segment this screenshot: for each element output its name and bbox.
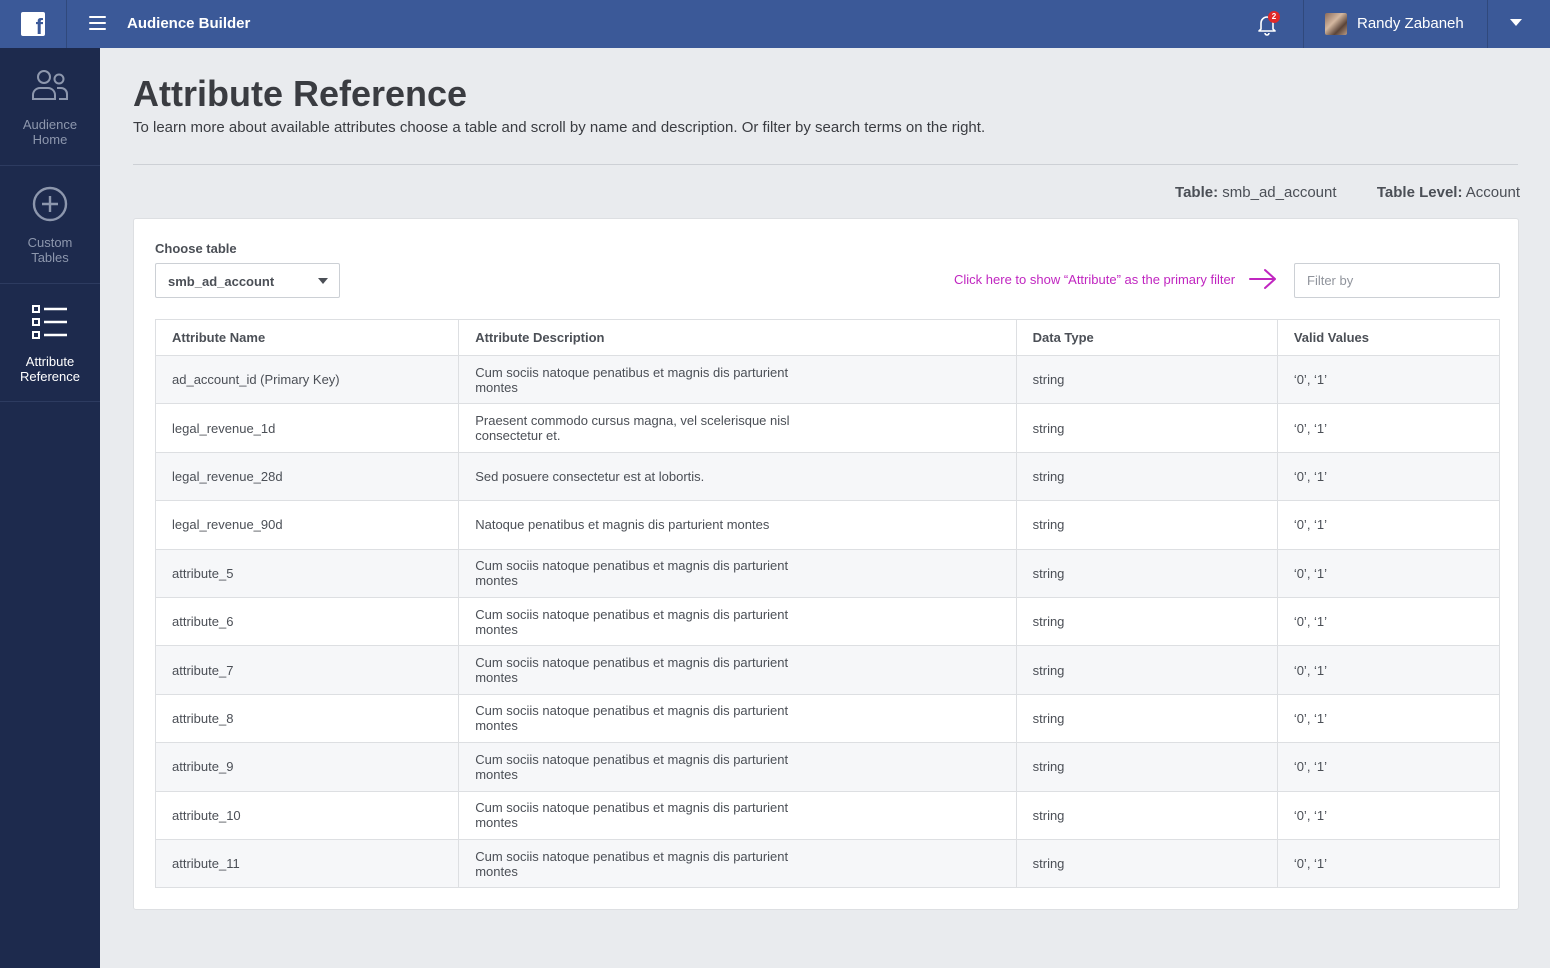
avatar[interactable] <box>1325 13 1347 35</box>
sidebar-item-custom-tables[interactable]: Custom Tables <box>0 166 100 284</box>
attribute-name-cell: attribute_7 <box>155 645 460 695</box>
divider <box>133 164 1518 165</box>
attribute-card: Choose table smb_ad_account Click here t… <box>133 218 1519 910</box>
attribute-name-cell: ad_account_id (Primary Key) <box>155 355 460 405</box>
valid-values-cell: ‘0’, ‘1’ <box>1277 839 1501 889</box>
attribute-description-cell: Cum sociis natoque penatibus et magnis d… <box>458 742 1017 792</box>
table-row[interactable]: legal_revenue_90d Natoque penatibus et m… <box>155 500 1501 550</box>
attribute-name-cell: legal_revenue_28d <box>155 452 460 502</box>
topbar-divider <box>66 0 67 48</box>
table-row[interactable]: attribute_9 Cum sociis natoque penatibus… <box>155 742 1501 792</box>
primary-filter-hint[interactable]: Click here to show “Attribute” as the pr… <box>954 272 1235 287</box>
table-select[interactable]: smb_ad_account <box>155 263 340 298</box>
table-meta: Table: smb_ad_account Table Level: Accou… <box>1175 184 1520 201</box>
plus-circle-icon <box>32 186 68 222</box>
notification-badge: 2 <box>1268 11 1280 23</box>
account-dropdown-icon[interactable] <box>1510 19 1522 26</box>
data-type-cell: string <box>1016 355 1278 405</box>
choose-table-label: Choose table <box>155 241 237 256</box>
table-row[interactable]: attribute_5 Cum sociis natoque penatibus… <box>155 549 1501 598</box>
page-subtitle: To learn more about available attributes… <box>133 119 986 136</box>
attribute-description-cell: Cum sociis natoque penatibus et magnis d… <box>458 355 1017 405</box>
valid-values-cell: ‘0’, ‘1’ <box>1277 355 1501 405</box>
valid-values-cell: ‘0’, ‘1’ <box>1277 500 1501 550</box>
valid-values-cell: ‘0’, ‘1’ <box>1277 742 1501 792</box>
attribute-name-cell: legal_revenue_90d <box>155 500 460 550</box>
facebook-logo-icon[interactable]: f <box>21 12 45 36</box>
valid-values-cell: ‘0’, ‘1’ <box>1277 549 1501 598</box>
topbar-divider <box>1303 0 1304 48</box>
hamburger-menu-icon[interactable] <box>89 16 106 32</box>
table-row[interactable]: attribute_10 Cum sociis natoque penatibu… <box>155 791 1501 840</box>
valid-values-cell: ‘0’, ‘1’ <box>1277 791 1501 840</box>
app-title: Audience Builder <box>127 15 251 32</box>
data-type-cell: string <box>1016 500 1278 550</box>
data-type-cell: string <box>1016 645 1278 695</box>
data-type-cell: string <box>1016 549 1278 598</box>
table-row[interactable]: legal_revenue_28d Sed posuere consectetu… <box>155 452 1501 502</box>
attribute-name-cell: legal_revenue_1d <box>155 403 460 453</box>
top-bar: f Audience Builder 2 Randy Zabaneh <box>0 0 1550 48</box>
sidebar-item-label: Attribute Reference <box>20 354 80 384</box>
data-type-cell: string <box>1016 791 1278 840</box>
data-type-cell: string <box>1016 839 1278 889</box>
attribute-description-cell: Cum sociis natoque penatibus et magnis d… <box>458 839 1017 889</box>
column-header-valid-values[interactable]: Valid Values <box>1277 319 1501 356</box>
column-header-attribute-name[interactable]: Attribute Name <box>155 319 460 356</box>
column-header-data-type[interactable]: Data Type <box>1016 319 1278 356</box>
valid-values-cell: ‘0’, ‘1’ <box>1277 645 1501 695</box>
valid-values-cell: ‘0’, ‘1’ <box>1277 694 1501 744</box>
table-level-label: Table Level: <box>1376 184 1463 201</box>
table-level-value: Account <box>1465 184 1520 201</box>
table-row[interactable]: legal_revenue_1d Praesent commodo cursus… <box>155 403 1501 453</box>
filter-input[interactable] <box>1294 263 1500 298</box>
attribute-description-cell: Natoque penatibus et magnis dis parturie… <box>458 500 1017 550</box>
attribute-description-cell: Cum sociis natoque penatibus et magnis d… <box>458 791 1017 840</box>
data-type-cell: string <box>1016 452 1278 502</box>
attribute-description-cell: Cum sociis natoque penatibus et magnis d… <box>458 597 1017 647</box>
attribute-description-cell: Praesent commodo cursus magna, vel scele… <box>458 403 1017 453</box>
table-row[interactable]: attribute_11 Cum sociis natoque penatibu… <box>155 839 1501 889</box>
table-row[interactable]: attribute_6 Cum sociis natoque penatibus… <box>155 597 1501 647</box>
attribute-description-cell: Cum sociis natoque penatibus et magnis d… <box>458 645 1017 695</box>
valid-values-cell: ‘0’, ‘1’ <box>1277 403 1501 453</box>
attribute-table: Attribute Name Attribute Description Dat… <box>155 319 1501 889</box>
sidebar-item-audience-home[interactable]: Audience Home <box>0 48 100 166</box>
data-type-cell: string <box>1016 597 1278 647</box>
attribute-name-cell: attribute_9 <box>155 742 460 792</box>
arrow-right-icon <box>1249 269 1276 289</box>
table-value: smb_ad_account <box>1222 184 1337 201</box>
sidebar: Audience Home Custom Tables Attribute Refer… <box>0 48 100 968</box>
table-row[interactable]: attribute_7 Cum sociis natoque penatibus… <box>155 645 1501 695</box>
attribute-name-cell: attribute_10 <box>155 791 460 840</box>
topbar-divider <box>1487 0 1488 48</box>
user-name[interactable]: Randy Zabaneh <box>1357 15 1464 32</box>
attribute-description-cell: Sed posuere consectetur est at lobortis. <box>458 452 1017 502</box>
sidebar-item-label: Custom Tables <box>27 235 73 265</box>
valid-values-cell: ‘0’, ‘1’ <box>1277 597 1501 647</box>
people-icon <box>32 70 68 100</box>
page-title: Attribute Reference <box>133 73 468 114</box>
data-type-cell: string <box>1016 403 1278 453</box>
attribute-name-cell: attribute_11 <box>155 839 460 889</box>
attribute-description-cell: Cum sociis natoque penatibus et magnis d… <box>458 549 1017 598</box>
data-type-cell: string <box>1016 742 1278 792</box>
sidebar-item-attribute-reference[interactable]: Attribute Reference <box>0 284 100 402</box>
table-row[interactable]: ad_account_id (Primary Key) Cum sociis n… <box>155 355 1501 405</box>
valid-values-cell: ‘0’, ‘1’ <box>1277 452 1501 502</box>
table-label: Table: <box>1175 184 1219 201</box>
table-header-row: Attribute Name Attribute Description Dat… <box>155 319 1501 356</box>
table-select-value: smb_ad_account <box>168 274 275 289</box>
list-icon <box>32 305 67 339</box>
attribute-name-cell: attribute_5 <box>155 549 460 598</box>
attribute-name-cell: attribute_8 <box>155 694 460 744</box>
chevron-down-icon <box>318 278 328 284</box>
sidebar-item-label: Audience Home <box>22 117 78 147</box>
attribute-name-cell: attribute_6 <box>155 597 460 647</box>
table-row[interactable]: attribute_8 Cum sociis natoque penatibus… <box>155 694 1501 744</box>
attribute-description-cell: Cum sociis natoque penatibus et magnis d… <box>458 694 1017 744</box>
data-type-cell: string <box>1016 694 1278 744</box>
column-header-attribute-description[interactable]: Attribute Description <box>458 319 1017 356</box>
